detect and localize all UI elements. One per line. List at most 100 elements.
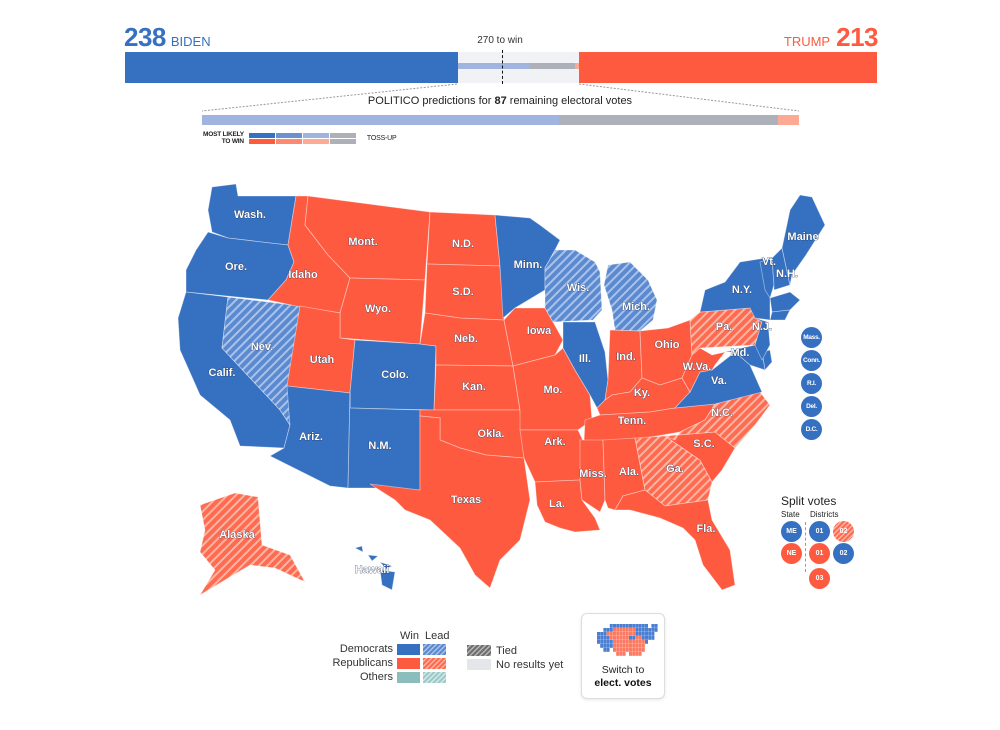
state-label-ny: N.Y.	[732, 284, 752, 296]
thumbnail-cell	[597, 632, 600, 636]
small-state-del[interactable]: Del.	[801, 396, 822, 417]
thumbnail-cell	[616, 648, 620, 652]
thumbnail-cell	[638, 648, 642, 652]
thumbnail-cell	[638, 636, 642, 640]
small-state-dc[interactable]: D.C.	[801, 419, 822, 440]
thumbnail-cell	[622, 636, 626, 640]
small-state-conn[interactable]: Conn.	[801, 350, 822, 371]
thumbnail-cell	[635, 628, 639, 632]
state-label-ark: Ark.	[544, 436, 565, 448]
thumbnail-cell	[625, 628, 629, 632]
legend-rep-win-swatch	[397, 658, 420, 669]
state-label-texas: Texas	[451, 494, 481, 506]
state-mich[interactable]	[603, 261, 658, 332]
state-label-nm: N.M.	[368, 440, 391, 452]
thumbnail-cell	[632, 636, 636, 640]
legend-other-win-swatch	[397, 672, 420, 683]
thumbnail-cell	[632, 648, 636, 652]
thumbnail-cell	[629, 628, 632, 632]
thumbnail-cell	[597, 640, 600, 644]
legend-tied-label: Tied	[496, 645, 517, 657]
thumbnail-cell	[609, 632, 613, 636]
thumbnail-cell	[609, 628, 613, 632]
state-label-okla: Okla.	[478, 428, 505, 440]
thumbnail-cell	[597, 636, 600, 640]
thumbnail-cell	[641, 640, 645, 644]
thumbnail-cell	[616, 624, 620, 628]
state-label-nh: N.H.	[776, 268, 798, 280]
state-fla[interactable]	[614, 489, 736, 591]
thumbnail-cell	[641, 624, 645, 628]
state-label-calif: Calif.	[209, 367, 236, 379]
state-label-mont: Mont.	[348, 236, 377, 248]
thumbnail-cell	[603, 628, 607, 632]
thumbnail-cell	[641, 628, 645, 632]
split-me-state[interactable]: ME	[781, 521, 802, 542]
thumbnail-cell	[641, 636, 645, 640]
thumbnail-cell	[619, 640, 623, 644]
thumbnail-cell	[613, 636, 616, 640]
split-ne-state[interactable]: NE	[781, 543, 802, 564]
thumbnail-cell	[613, 624, 616, 628]
thumbnail-cell	[600, 640, 604, 644]
thumbnail-cell	[635, 636, 639, 640]
thumbnail-cell	[651, 628, 655, 632]
thumbnail-cell	[603, 648, 607, 652]
thumbnail-cell	[603, 640, 607, 644]
thumbnail-cell	[613, 644, 616, 648]
thumbnail-cell	[616, 644, 620, 648]
thumbnail-cell	[635, 652, 639, 656]
state-label-wash: Wash.	[234, 209, 266, 221]
split-ne-district-02[interactable]: 02	[833, 543, 854, 564]
thumbnail-cell	[645, 624, 648, 628]
thumbnail-cell	[619, 648, 623, 652]
state-shape-mass-area[interactable]	[769, 291, 801, 313]
thumbnail-cell	[635, 640, 639, 644]
thumbnail-cell	[600, 632, 604, 636]
thumbnail-cell	[651, 632, 655, 636]
thumbnail-cell	[645, 636, 648, 640]
state-shape-conn-ri-area[interactable]	[769, 309, 791, 321]
legend-others-label: Others	[359, 671, 393, 683]
thumbnail-cell	[629, 640, 632, 644]
state-alaska[interactable]	[199, 492, 306, 596]
state-label-sc: S.C.	[693, 438, 714, 450]
state-label-nc: N.C.	[711, 407, 733, 419]
state-label-iowa: Iowa	[527, 325, 552, 337]
thumbnail-cell	[622, 644, 626, 648]
split-me-district-02[interactable]: 02	[833, 521, 854, 542]
thumbnail-cell	[603, 644, 607, 648]
thumbnail-cell	[645, 640, 648, 644]
state-label-alaska: Alaska	[219, 529, 255, 541]
legend-other-lead-swatch	[423, 672, 446, 683]
thumbnail-cell	[638, 624, 642, 628]
state-label-hawaii: Hawaii	[355, 564, 390, 576]
thumbnail-cell	[632, 652, 636, 656]
thumbnail-cell	[619, 652, 623, 656]
state-label-wis: Wis.	[567, 282, 590, 294]
split-ne-district-03[interactable]: 03	[809, 568, 830, 589]
state-label-minn: Minn.	[514, 259, 543, 271]
switch-button-line2: elect. votes	[594, 677, 652, 689]
state-label-ohio: Ohio	[654, 339, 679, 351]
switch-to-electoral-votes-button[interactable]: Switch to elect. votes	[581, 613, 665, 699]
thumbnail-cell	[635, 644, 639, 648]
small-state-ri[interactable]: R.I.	[801, 373, 822, 394]
split-me-district-01[interactable]: 01	[809, 521, 830, 542]
thumbnail-cell	[629, 644, 632, 648]
state-label-mo: Mo.	[544, 384, 563, 396]
thumbnail-cell	[625, 640, 629, 644]
thumbnail-cell	[606, 640, 610, 644]
state-label-ind: Ind.	[616, 351, 636, 363]
thumbnail-cell	[648, 632, 652, 636]
state-label-ore: Ore.	[225, 261, 247, 273]
thumbnail-cell	[619, 632, 623, 636]
thumbnail-cell	[638, 628, 642, 632]
small-state-mass[interactable]: Mass.	[801, 327, 822, 348]
legend-no-results-swatch	[467, 659, 491, 670]
thumbnail-cell	[645, 632, 648, 636]
thumbnail-cell	[616, 636, 620, 640]
state-label-fla: Fla.	[697, 523, 716, 535]
thumbnail-cell	[622, 652, 626, 656]
split-ne-district-01[interactable]: 01	[809, 543, 830, 564]
